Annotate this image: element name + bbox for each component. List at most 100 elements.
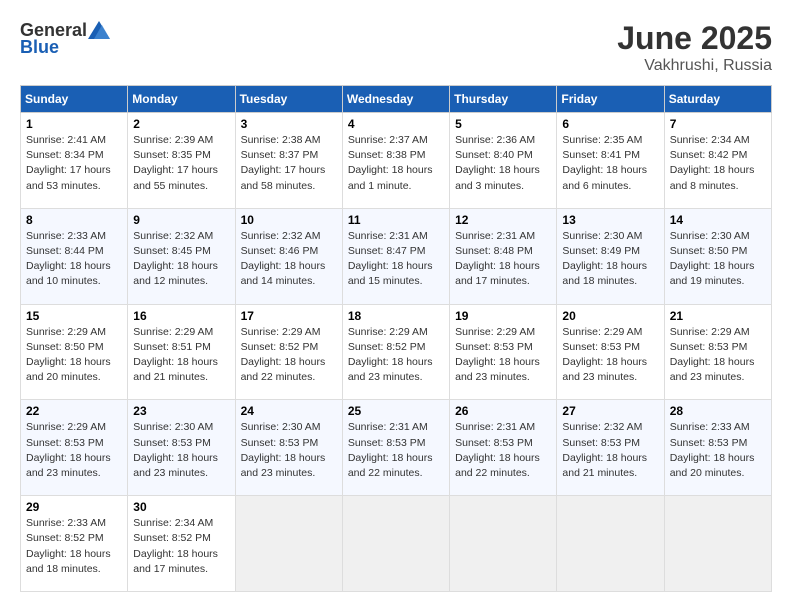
table-row: 8 Sunrise: 2:33 AMSunset: 8:44 PMDayligh… <box>21 208 128 304</box>
title-block: June 2025 Vakhrushi, Russia <box>617 20 772 75</box>
table-row: 25 Sunrise: 2:31 AMSunset: 8:53 PMDaylig… <box>342 400 449 496</box>
day-number: 2 <box>133 117 229 131</box>
table-row: 11 Sunrise: 2:31 AMSunset: 8:47 PMDaylig… <box>342 208 449 304</box>
table-row: 9 Sunrise: 2:32 AMSunset: 8:45 PMDayligh… <box>128 208 235 304</box>
day-info: Sunrise: 2:32 AMSunset: 8:53 PMDaylight:… <box>562 421 647 479</box>
day-info: Sunrise: 2:35 AMSunset: 8:41 PMDaylight:… <box>562 134 647 192</box>
table-row: 22 Sunrise: 2:29 AMSunset: 8:53 PMDaylig… <box>21 400 128 496</box>
logo-icon <box>88 21 110 39</box>
table-row <box>664 496 771 592</box>
day-number: 26 <box>455 404 551 418</box>
day-info: Sunrise: 2:29 AMSunset: 8:52 PMDaylight:… <box>348 326 433 384</box>
day-info: Sunrise: 2:29 AMSunset: 8:50 PMDaylight:… <box>26 326 111 384</box>
logo: General Blue <box>20 20 110 58</box>
day-number: 9 <box>133 213 229 227</box>
day-info: Sunrise: 2:36 AMSunset: 8:40 PMDaylight:… <box>455 134 540 192</box>
day-number: 29 <box>26 500 122 514</box>
table-row: 19 Sunrise: 2:29 AMSunset: 8:53 PMDaylig… <box>450 304 557 400</box>
day-number: 23 <box>133 404 229 418</box>
day-number: 16 <box>133 309 229 323</box>
day-number: 24 <box>241 404 337 418</box>
col-monday: Monday <box>128 86 235 113</box>
day-info: Sunrise: 2:30 AMSunset: 8:53 PMDaylight:… <box>241 421 326 479</box>
day-number: 10 <box>241 213 337 227</box>
table-row <box>450 496 557 592</box>
header: General Blue June 2025 Vakhrushi, Russia <box>20 20 772 75</box>
table-row <box>557 496 664 592</box>
table-row: 5 Sunrise: 2:36 AMSunset: 8:40 PMDayligh… <box>450 113 557 209</box>
table-row: 16 Sunrise: 2:29 AMSunset: 8:51 PMDaylig… <box>128 304 235 400</box>
day-number: 8 <box>26 213 122 227</box>
table-row: 3 Sunrise: 2:38 AMSunset: 8:37 PMDayligh… <box>235 113 342 209</box>
day-info: Sunrise: 2:31 AMSunset: 8:48 PMDaylight:… <box>455 230 540 288</box>
page: General Blue June 2025 Vakhrushi, Russia… <box>0 0 792 612</box>
table-row <box>342 496 449 592</box>
table-row <box>235 496 342 592</box>
day-number: 18 <box>348 309 444 323</box>
day-info: Sunrise: 2:37 AMSunset: 8:38 PMDaylight:… <box>348 134 433 192</box>
day-number: 20 <box>562 309 658 323</box>
day-number: 5 <box>455 117 551 131</box>
day-info: Sunrise: 2:30 AMSunset: 8:50 PMDaylight:… <box>670 230 755 288</box>
day-number: 7 <box>670 117 766 131</box>
day-info: Sunrise: 2:33 AMSunset: 8:44 PMDaylight:… <box>26 230 111 288</box>
table-row: 17 Sunrise: 2:29 AMSunset: 8:52 PMDaylig… <box>235 304 342 400</box>
table-row: 24 Sunrise: 2:30 AMSunset: 8:53 PMDaylig… <box>235 400 342 496</box>
day-info: Sunrise: 2:34 AMSunset: 8:52 PMDaylight:… <box>133 517 218 575</box>
day-info: Sunrise: 2:29 AMSunset: 8:53 PMDaylight:… <box>562 326 647 384</box>
day-info: Sunrise: 2:30 AMSunset: 8:49 PMDaylight:… <box>562 230 647 288</box>
table-row: 2 Sunrise: 2:39 AMSunset: 8:35 PMDayligh… <box>128 113 235 209</box>
table-row: 4 Sunrise: 2:37 AMSunset: 8:38 PMDayligh… <box>342 113 449 209</box>
day-info: Sunrise: 2:41 AMSunset: 8:34 PMDaylight:… <box>26 134 111 192</box>
table-row: 18 Sunrise: 2:29 AMSunset: 8:52 PMDaylig… <box>342 304 449 400</box>
day-info: Sunrise: 2:31 AMSunset: 8:47 PMDaylight:… <box>348 230 433 288</box>
col-saturday: Saturday <box>664 86 771 113</box>
day-number: 6 <box>562 117 658 131</box>
logo-blue: Blue <box>20 37 59 58</box>
table-row: 26 Sunrise: 2:31 AMSunset: 8:53 PMDaylig… <box>450 400 557 496</box>
day-number: 14 <box>670 213 766 227</box>
table-row: 14 Sunrise: 2:30 AMSunset: 8:50 PMDaylig… <box>664 208 771 304</box>
col-thursday: Thursday <box>450 86 557 113</box>
table-row: 13 Sunrise: 2:30 AMSunset: 8:49 PMDaylig… <box>557 208 664 304</box>
table-row: 15 Sunrise: 2:29 AMSunset: 8:50 PMDaylig… <box>21 304 128 400</box>
table-row: 23 Sunrise: 2:30 AMSunset: 8:53 PMDaylig… <box>128 400 235 496</box>
day-number: 30 <box>133 500 229 514</box>
day-number: 4 <box>348 117 444 131</box>
day-info: Sunrise: 2:39 AMSunset: 8:35 PMDaylight:… <box>133 134 218 192</box>
day-number: 21 <box>670 309 766 323</box>
day-info: Sunrise: 2:33 AMSunset: 8:52 PMDaylight:… <box>26 517 111 575</box>
location-title: Vakhrushi, Russia <box>617 57 772 75</box>
day-number: 15 <box>26 309 122 323</box>
month-title: June 2025 <box>617 20 772 57</box>
day-number: 17 <box>241 309 337 323</box>
col-tuesday: Tuesday <box>235 86 342 113</box>
table-row: 29 Sunrise: 2:33 AMSunset: 8:52 PMDaylig… <box>21 496 128 592</box>
day-info: Sunrise: 2:29 AMSunset: 8:53 PMDaylight:… <box>670 326 755 384</box>
table-row: 21 Sunrise: 2:29 AMSunset: 8:53 PMDaylig… <box>664 304 771 400</box>
table-row: 6 Sunrise: 2:35 AMSunset: 8:41 PMDayligh… <box>557 113 664 209</box>
day-info: Sunrise: 2:29 AMSunset: 8:53 PMDaylight:… <box>455 326 540 384</box>
day-info: Sunrise: 2:34 AMSunset: 8:42 PMDaylight:… <box>670 134 755 192</box>
day-number: 22 <box>26 404 122 418</box>
calendar: Sunday Monday Tuesday Wednesday Thursday… <box>20 85 772 592</box>
table-row: 30 Sunrise: 2:34 AMSunset: 8:52 PMDaylig… <box>128 496 235 592</box>
day-info: Sunrise: 2:30 AMSunset: 8:53 PMDaylight:… <box>133 421 218 479</box>
day-info: Sunrise: 2:29 AMSunset: 8:53 PMDaylight:… <box>26 421 111 479</box>
day-info: Sunrise: 2:33 AMSunset: 8:53 PMDaylight:… <box>670 421 755 479</box>
col-wednesday: Wednesday <box>342 86 449 113</box>
table-row: 10 Sunrise: 2:32 AMSunset: 8:46 PMDaylig… <box>235 208 342 304</box>
day-info: Sunrise: 2:32 AMSunset: 8:46 PMDaylight:… <box>241 230 326 288</box>
day-info: Sunrise: 2:29 AMSunset: 8:52 PMDaylight:… <box>241 326 326 384</box>
table-row: 20 Sunrise: 2:29 AMSunset: 8:53 PMDaylig… <box>557 304 664 400</box>
day-info: Sunrise: 2:31 AMSunset: 8:53 PMDaylight:… <box>455 421 540 479</box>
table-row: 27 Sunrise: 2:32 AMSunset: 8:53 PMDaylig… <box>557 400 664 496</box>
day-info: Sunrise: 2:29 AMSunset: 8:51 PMDaylight:… <box>133 326 218 384</box>
day-info: Sunrise: 2:31 AMSunset: 8:53 PMDaylight:… <box>348 421 433 479</box>
day-number: 1 <box>26 117 122 131</box>
calendar-header-row: Sunday Monday Tuesday Wednesday Thursday… <box>21 86 772 113</box>
table-row: 1 Sunrise: 2:41 AMSunset: 8:34 PMDayligh… <box>21 113 128 209</box>
table-row: 12 Sunrise: 2:31 AMSunset: 8:48 PMDaylig… <box>450 208 557 304</box>
table-row: 7 Sunrise: 2:34 AMSunset: 8:42 PMDayligh… <box>664 113 771 209</box>
day-number: 19 <box>455 309 551 323</box>
